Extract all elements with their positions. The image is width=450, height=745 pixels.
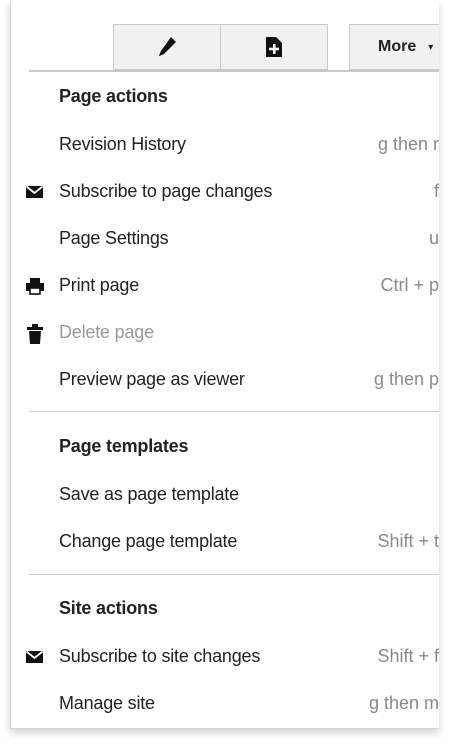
pencil-icon — [159, 37, 176, 56]
menu-item-label: Save as page template — [59, 484, 239, 504]
more-button[interactable]: More ▾ — [349, 24, 439, 70]
menu-item-label: Print page — [59, 275, 140, 295]
trash-icon — [25, 323, 45, 344]
menu-item-manage-site[interactable]: Manage site g then m — [11, 685, 439, 725]
menu-item-save-as-template[interactable]: Save as page template — [11, 476, 439, 516]
menu-item-change-template[interactable]: Change page template Shift + t — [11, 523, 439, 563]
envelope-icon — [25, 182, 45, 202]
menu-item-subscribe-site[interactable]: Subscribe to site changes Shift + f — [11, 638, 439, 678]
menu-divider — [29, 411, 439, 412]
section-heading-page-actions: Page actions — [59, 86, 168, 106]
menu-item-print-page[interactable]: Print page Ctrl + p — [11, 267, 439, 307]
section-heading-site-actions: Site actions — [59, 598, 158, 618]
menu-item-label: Delete page — [59, 322, 154, 342]
menu-item-label: Revision History — [59, 134, 186, 154]
menu-item-shortcut: Shift + f — [377, 646, 439, 666]
menu-item-label: Subscribe to site changes — [59, 646, 261, 666]
section-heading-page-templates: Page templates — [59, 436, 189, 456]
menu-item-subscribe-page[interactable]: Subscribe to page changes f — [11, 173, 439, 213]
menu-item-label: Page Settings — [59, 228, 169, 248]
toolbar-divider — [29, 70, 439, 72]
toolbar: More ▾ — [11, 24, 439, 72]
menu-item-shortcut: u — [428, 228, 439, 248]
new-page-icon — [266, 37, 282, 57]
menu-item-shortcut: Ctrl + p — [380, 275, 439, 295]
new-page-button[interactable] — [220, 24, 328, 70]
menu-item-delete-page: Delete page — [11, 314, 439, 354]
menu-item-shortcut: g then r — [377, 134, 439, 154]
menu-item-preview-as-viewer[interactable]: Preview page as viewer g then p — [11, 361, 439, 401]
menu-divider — [29, 574, 439, 575]
menu-item-label: Preview page as viewer — [59, 369, 245, 389]
chevron-down-icon: ▾ — [428, 41, 434, 53]
more-menu-panel: More ▾ Page actions Revision History g t… — [10, 0, 439, 729]
menu-item-label: Manage site — [59, 693, 155, 713]
printer-icon — [25, 276, 45, 296]
envelope-icon — [25, 647, 45, 667]
menu-item-shortcut: g then p — [373, 369, 439, 389]
edit-page-button[interactable] — [113, 24, 221, 70]
menu-item-revision-history[interactable]: Revision History g then r — [11, 126, 439, 166]
menu-item-label: Change page template — [59, 531, 238, 551]
menu-item-shortcut: Shift + t — [377, 531, 439, 551]
menu-item-label: Subscribe to page changes — [59, 181, 273, 201]
menu-item-shortcut: f — [433, 181, 439, 201]
menu-item-page-settings[interactable]: Page Settings u — [11, 220, 439, 260]
more-button-label: More — [378, 38, 417, 55]
menu-item-shortcut: g then m — [368, 693, 439, 713]
